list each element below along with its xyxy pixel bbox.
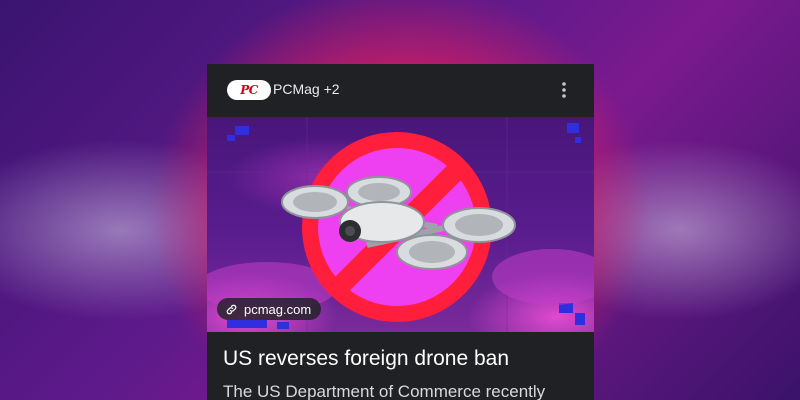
- news-card[interactable]: PC PCMag +2 pcmag.com US reverses foreig…: [207, 64, 594, 400]
- pcmag-logo: PC: [227, 80, 271, 100]
- card-header: PC PCMag +2: [207, 64, 594, 116]
- pcmag-logo-text: PC: [240, 83, 258, 97]
- more-vert-icon: [562, 82, 566, 98]
- article-snippet: The US Department of Commerce recently: [223, 382, 546, 400]
- source-label[interactable]: PCMag +2: [273, 81, 340, 97]
- article-thumbnail[interactable]: pcmag.com: [207, 117, 594, 332]
- article-headline[interactable]: US reverses foreign drone ban: [223, 347, 583, 371]
- more-options-button[interactable]: [554, 80, 574, 100]
- source-link-label: pcmag.com: [244, 301, 312, 317]
- link-icon: [226, 304, 237, 314]
- source-link-chip[interactable]: pcmag.com: [217, 298, 322, 320]
- blurred-background: PC PCMag +2 pcmag.com US reverses foreig…: [0, 0, 800, 400]
